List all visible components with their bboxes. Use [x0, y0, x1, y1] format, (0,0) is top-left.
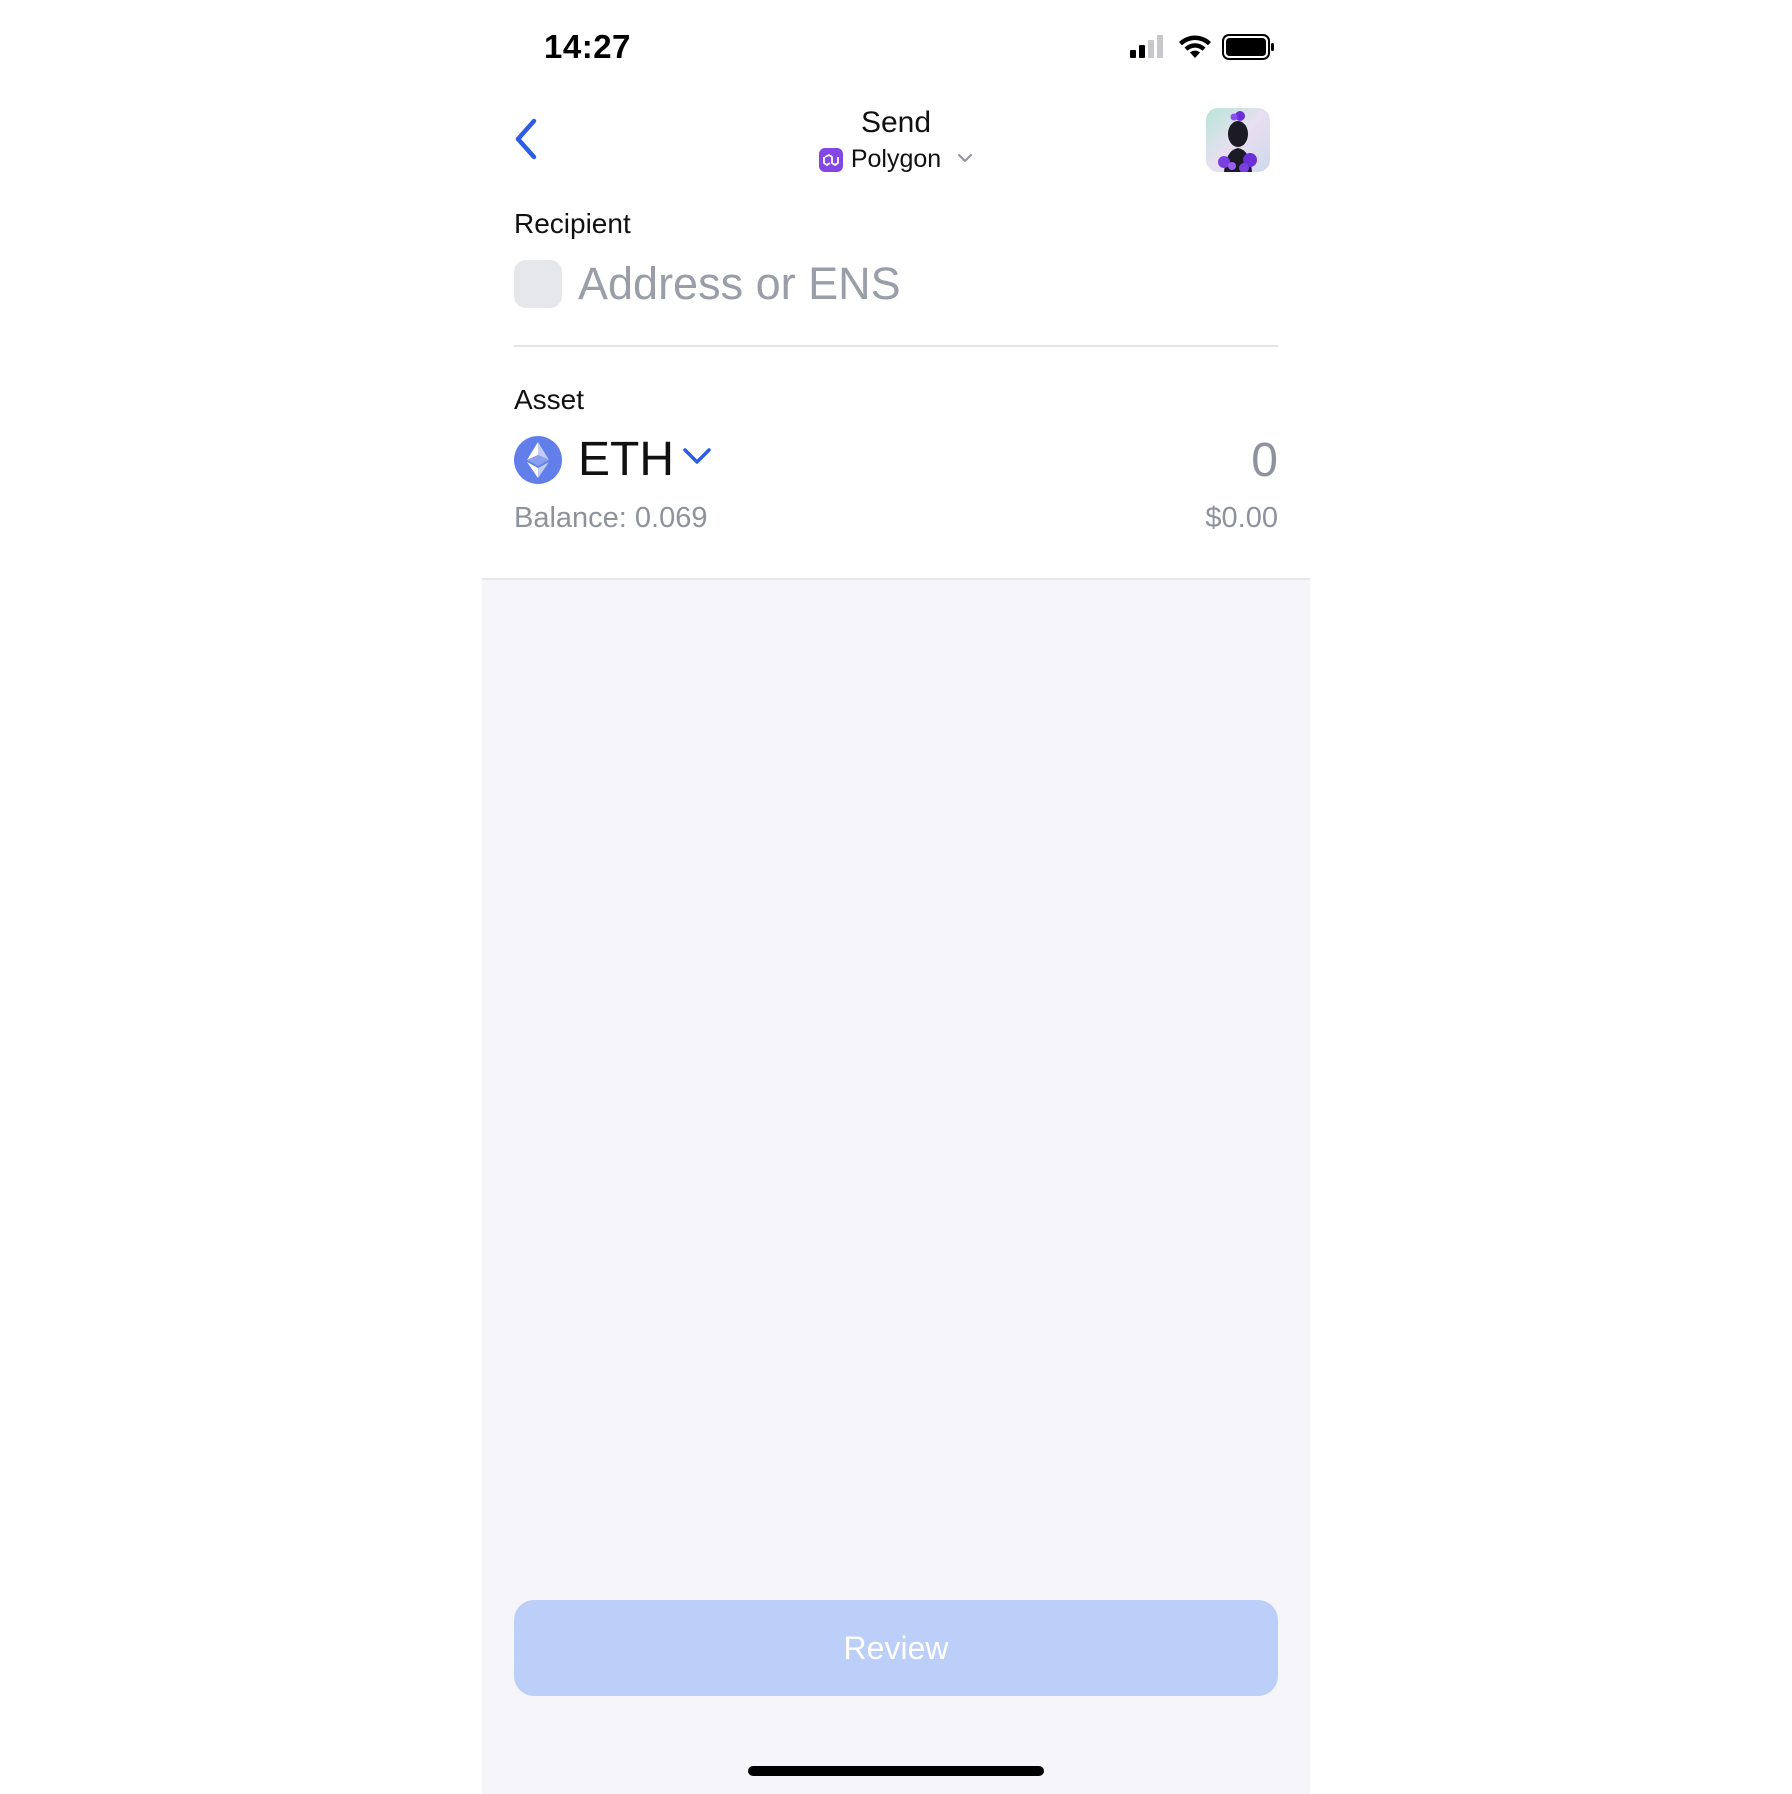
avatar[interactable]	[1206, 108, 1270, 172]
chevron-down-icon	[957, 151, 973, 169]
recipient-label: Recipient	[514, 208, 631, 239]
page-title: Send	[860, 106, 932, 139]
content-panel: Review	[482, 578, 1310, 1794]
recipient-address-input[interactable]	[578, 254, 1238, 314]
status-time: 14:27	[544, 28, 631, 65]
asset-dropdown-chevron-icon[interactable]	[682, 446, 712, 471]
cellular-signal-icon	[1128, 34, 1168, 65]
polygon-icon	[818, 147, 843, 172]
fiat-value: $0.00	[1205, 502, 1278, 534]
balance-text: Balance: 0.069	[514, 502, 708, 534]
asset-label: Asset	[514, 384, 585, 415]
divider	[514, 345, 1278, 347]
phone-screen: 14:27 Send Polygon Recipient Address or …	[482, 0, 1310, 1794]
recipient-avatar-placeholder	[514, 260, 562, 308]
home-indicator	[748, 1766, 1044, 1776]
battery-icon	[1222, 33, 1276, 66]
wifi-icon	[1178, 34, 1212, 65]
network-label: Polygon	[850, 145, 942, 173]
ethereum-icon	[514, 436, 562, 484]
amount-input[interactable]	[978, 430, 1278, 490]
status-icons	[1128, 33, 1276, 66]
screen: 14:27 Send Polygon Recipient Address or …	[0, 0, 1792, 1794]
asset-symbol[interactable]: ETH	[578, 432, 674, 487]
review-button[interactable]: Review	[514, 1600, 1278, 1696]
network-selector[interactable]: Polygon	[482, 145, 1310, 174]
